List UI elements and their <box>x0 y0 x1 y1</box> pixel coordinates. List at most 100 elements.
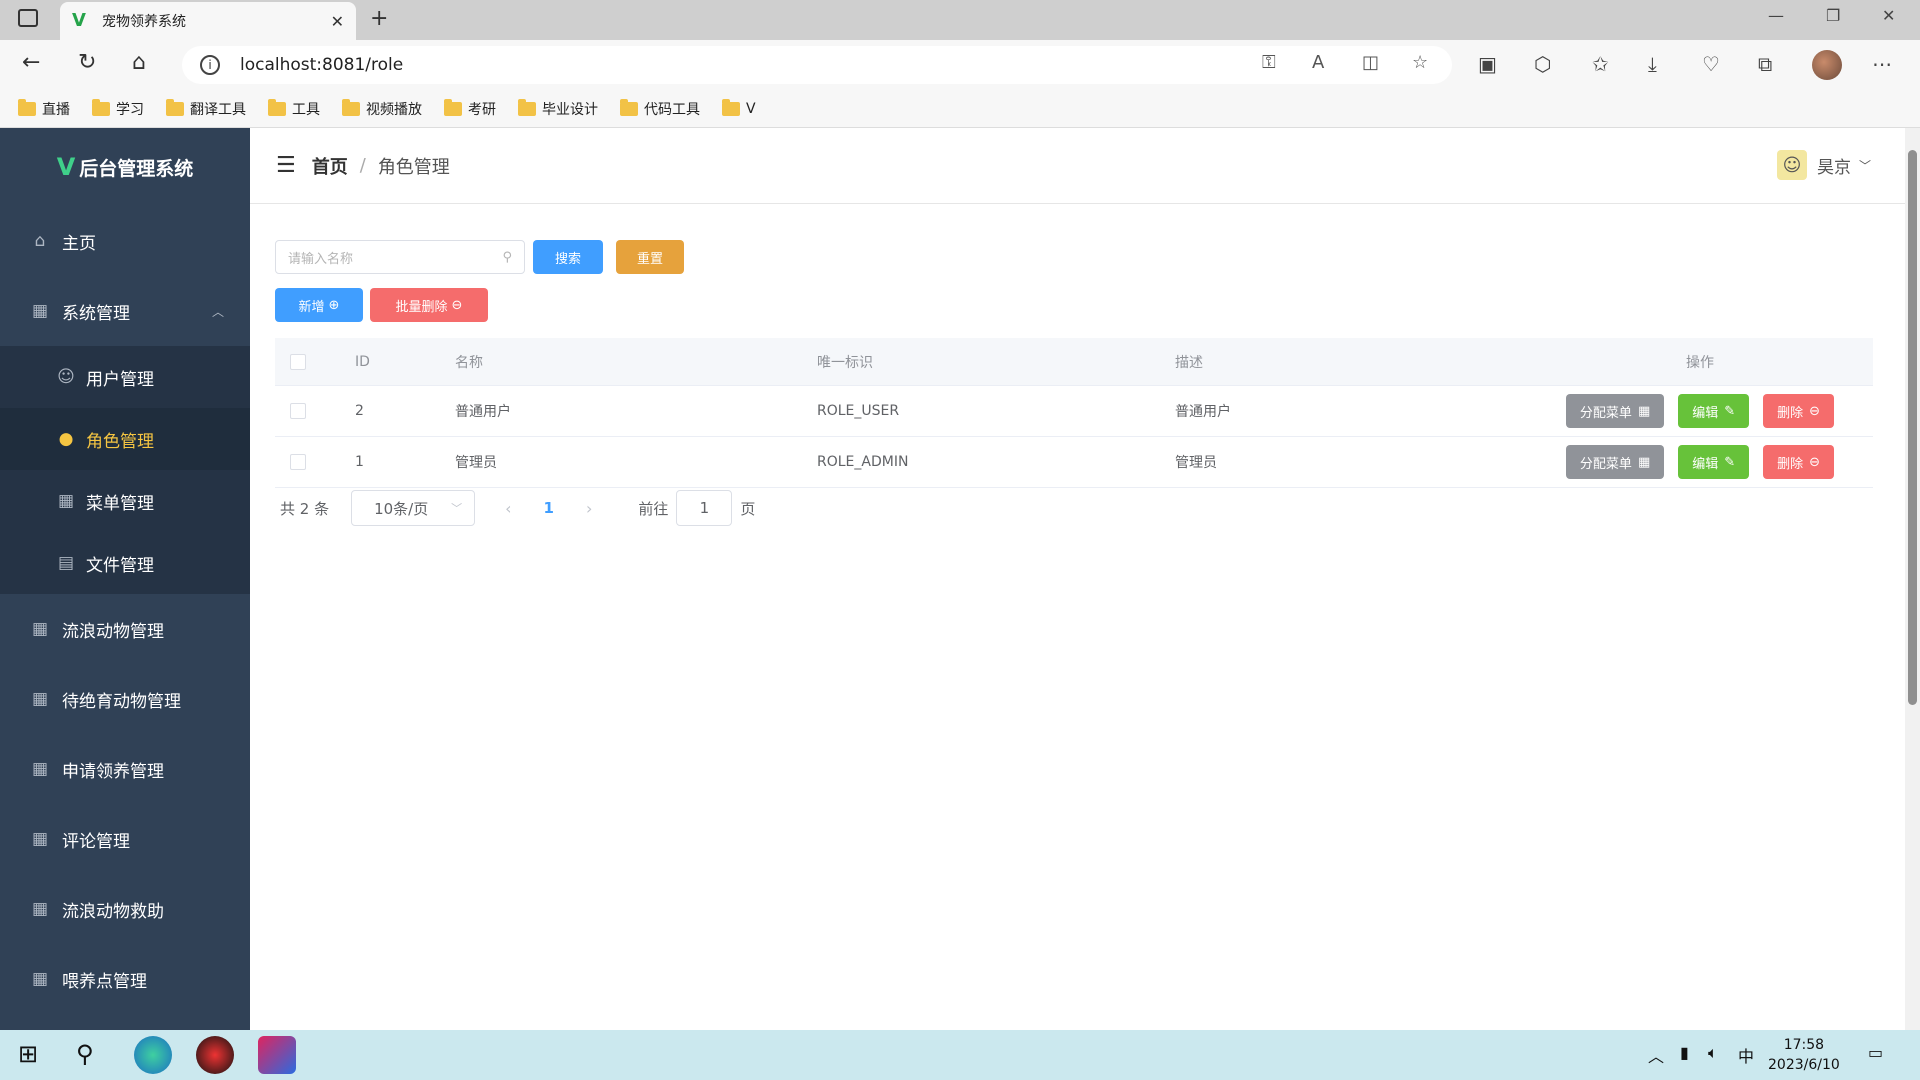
windows-start-icon[interactable]: ⊞ <box>18 1040 38 1068</box>
download-icon[interactable]: ⤓ <box>1648 52 1657 76</box>
close-window-icon[interactable]: ✕ <box>1882 6 1895 25</box>
edit-button[interactable]: 编辑 ✎ <box>1678 445 1750 479</box>
edit-icon: ✎ <box>1724 403 1736 419</box>
bookmark-item[interactable]: 毕业设计 <box>518 98 598 119</box>
goto-page-input[interactable]: 1 <box>676 490 733 526</box>
sidebar-item-roles[interactable]: ● 角色管理 <box>0 408 250 470</box>
screenshot-icon[interactable]: ⧉ <box>1758 52 1772 76</box>
sidebar-item-adoption[interactable]: ▦ 申请领养管理 <box>0 734 250 804</box>
page-suffix: 页 <box>740 499 756 518</box>
sidebar-item-rescue[interactable]: ▦ 流浪动物救助 <box>0 874 250 944</box>
tab-actions-icon[interactable] <box>18 9 38 27</box>
extensions-icon[interactable]: ⬡ <box>1534 52 1551 76</box>
page-size-select[interactable]: 10条/页 ﹀ <box>351 490 476 526</box>
select-all-checkbox[interactable] <box>290 353 306 370</box>
minimize-icon[interactable]: — <box>1768 6 1784 25</box>
home-icon[interactable]: ⌂ <box>132 50 146 75</box>
column-header: 操作 <box>1686 354 1714 371</box>
sidebar-item-sterilization[interactable]: ▦ 待绝育动物管理 <box>0 664 250 734</box>
grid-icon: ▦ <box>31 301 49 321</box>
bookmark-item[interactable]: 翻译工具 <box>166 98 246 119</box>
folder-icon <box>268 98 286 116</box>
assign-menu-button[interactable]: 分配菜单 ▦ <box>1565 445 1665 479</box>
refresh-icon[interactable]: ↻ <box>78 50 96 75</box>
bookmark-item[interactable]: 视频播放 <box>342 98 422 119</box>
sidebar-item-users[interactable]: ☺ 用户管理 <box>0 346 250 408</box>
split-screen-icon[interactable]: ◫ <box>1362 52 1379 73</box>
favorites-icon[interactable]: ✩ <box>1592 52 1609 76</box>
chevron-up-icon[interactable]: ︿ <box>1648 1043 1664 1067</box>
edge-browser-icon[interactable] <box>134 1036 172 1074</box>
grid-icon: ▦ <box>31 969 49 989</box>
page-number[interactable]: 1 <box>544 499 554 517</box>
bookmark-item[interactable]: 考研 <box>444 98 496 119</box>
ime-indicator[interactable]: 中 <box>1738 1043 1754 1067</box>
sidebar-item-home[interactable]: ⌂ 主页 <box>0 206 250 276</box>
volume-icon[interactable]: 🔈︎ <box>1708 1043 1718 1063</box>
chevron-up-icon: ︿ <box>211 304 224 319</box>
sidebar-item-system[interactable]: ▦ 系统管理 ︿ <box>0 276 250 346</box>
health-icon[interactable]: ♡ <box>1702 52 1720 76</box>
search-icon[interactable]: ⚲ <box>76 1040 94 1068</box>
sidebar-item-stray-animals[interactable]: ▦ 流浪动物管理 <box>0 594 250 664</box>
row-checkbox[interactable] <box>290 403 306 419</box>
intellij-icon[interactable] <box>258 1036 296 1074</box>
action-bar: 新增 ⊕ 批量删除 ⊖ <box>275 288 488 322</box>
add-label: 新增 <box>298 299 325 315</box>
row-checkbox[interactable] <box>290 454 306 470</box>
back-icon[interactable]: ← <box>22 50 40 75</box>
search-input[interactable]: 请输入名称 ⚲ <box>275 240 525 274</box>
prev-page-icon[interactable]: ‹ <box>505 499 511 518</box>
bookmark-item[interactable]: 工具 <box>268 98 320 119</box>
chevron-down-icon: ﹀ <box>1858 158 1871 173</box>
sidebar-item-comments[interactable]: ▦ 评论管理 <box>0 804 250 874</box>
edit-button[interactable]: 编辑 ✎ <box>1678 394 1750 428</box>
delete-button[interactable]: 删除 ⊖ <box>1763 445 1835 479</box>
url-text[interactable]: localhost:8081/role <box>240 55 403 75</box>
app-icon[interactable] <box>196 1036 234 1074</box>
breadcrumb-home[interactable]: 首页 <box>312 153 348 179</box>
next-page-icon[interactable]: › <box>586 499 592 518</box>
scroll-thumb[interactable] <box>1908 150 1917 705</box>
clock-date: 2023/6/10 <box>1768 1057 1840 1073</box>
sidebar-item-feeding[interactable]: ▦ 喂养点管理 <box>0 944 250 1014</box>
roles-table: ID 名称 唯一标识 描述 操作 2 普通用户 ROLE_USER 普通用户 分… <box>275 338 1873 488</box>
collections-icon[interactable]: ▣ <box>1478 52 1497 76</box>
read-aloud-icon[interactable]: A <box>1312 52 1324 73</box>
vue-favicon-icon: V <box>72 10 86 31</box>
battery-icon[interactable]: ▮ <box>1680 1043 1689 1062</box>
system-clock[interactable]: 17:58 2023/6/10 <box>1768 1035 1840 1075</box>
column-header: 唯一标识 <box>817 354 873 371</box>
edit-icon: ✎ <box>1724 454 1736 470</box>
grid-icon: ▦ <box>31 899 49 919</box>
search-button[interactable]: 搜索 <box>533 240 603 274</box>
add-button[interactable]: 新增 ⊕ <box>275 288 363 322</box>
profile-avatar[interactable] <box>1812 50 1842 80</box>
page-scrollbar[interactable] <box>1905 128 1920 1030</box>
assign-menu-button[interactable]: 分配菜单 ▦ <box>1565 394 1665 428</box>
delete-button[interactable]: 删除 ⊖ <box>1763 394 1835 428</box>
restore-icon[interactable]: ❐ <box>1826 6 1840 25</box>
sidebar-item-menus[interactable]: ▦ 菜单管理 <box>0 470 250 532</box>
bookmark-item[interactable]: 直播 <box>18 98 70 119</box>
bookmark-item[interactable]: V <box>722 98 756 117</box>
reset-button[interactable]: 重置 <box>616 240 684 274</box>
new-tab-icon[interactable]: + <box>370 6 388 31</box>
favorite-star-icon[interactable]: ☆ <box>1412 52 1428 73</box>
more-icon[interactable]: ⋯ <box>1872 52 1892 76</box>
cell-id: 2 <box>355 403 364 419</box>
notification-icon[interactable]: ▭ <box>1868 1043 1883 1062</box>
key-icon[interactable]: ⚿ <box>1262 52 1276 73</box>
sidebar-item-files[interactable]: ▤ 文件管理 <box>0 532 250 594</box>
grid-icon: ▦ <box>31 829 49 849</box>
user-dropdown[interactable]: ☺ 昊京 ﹀ <box>1776 150 1871 180</box>
bookmark-item[interactable]: 代码工具 <box>620 98 700 119</box>
bookmark-item[interactable]: 学习 <box>92 98 144 119</box>
collapse-menu-icon[interactable]: ☰ <box>276 153 296 178</box>
circle-minus-icon: ⊖ <box>1809 454 1821 470</box>
site-info-icon[interactable]: i <box>200 55 220 75</box>
tab-close-icon[interactable]: ✕ <box>331 12 344 31</box>
batch-delete-button[interactable]: 批量删除 ⊖ <box>370 288 488 322</box>
browser-tab[interactable]: V 宠物领养系统 ✕ <box>60 2 356 40</box>
cell-flag: ROLE_USER <box>817 403 900 419</box>
